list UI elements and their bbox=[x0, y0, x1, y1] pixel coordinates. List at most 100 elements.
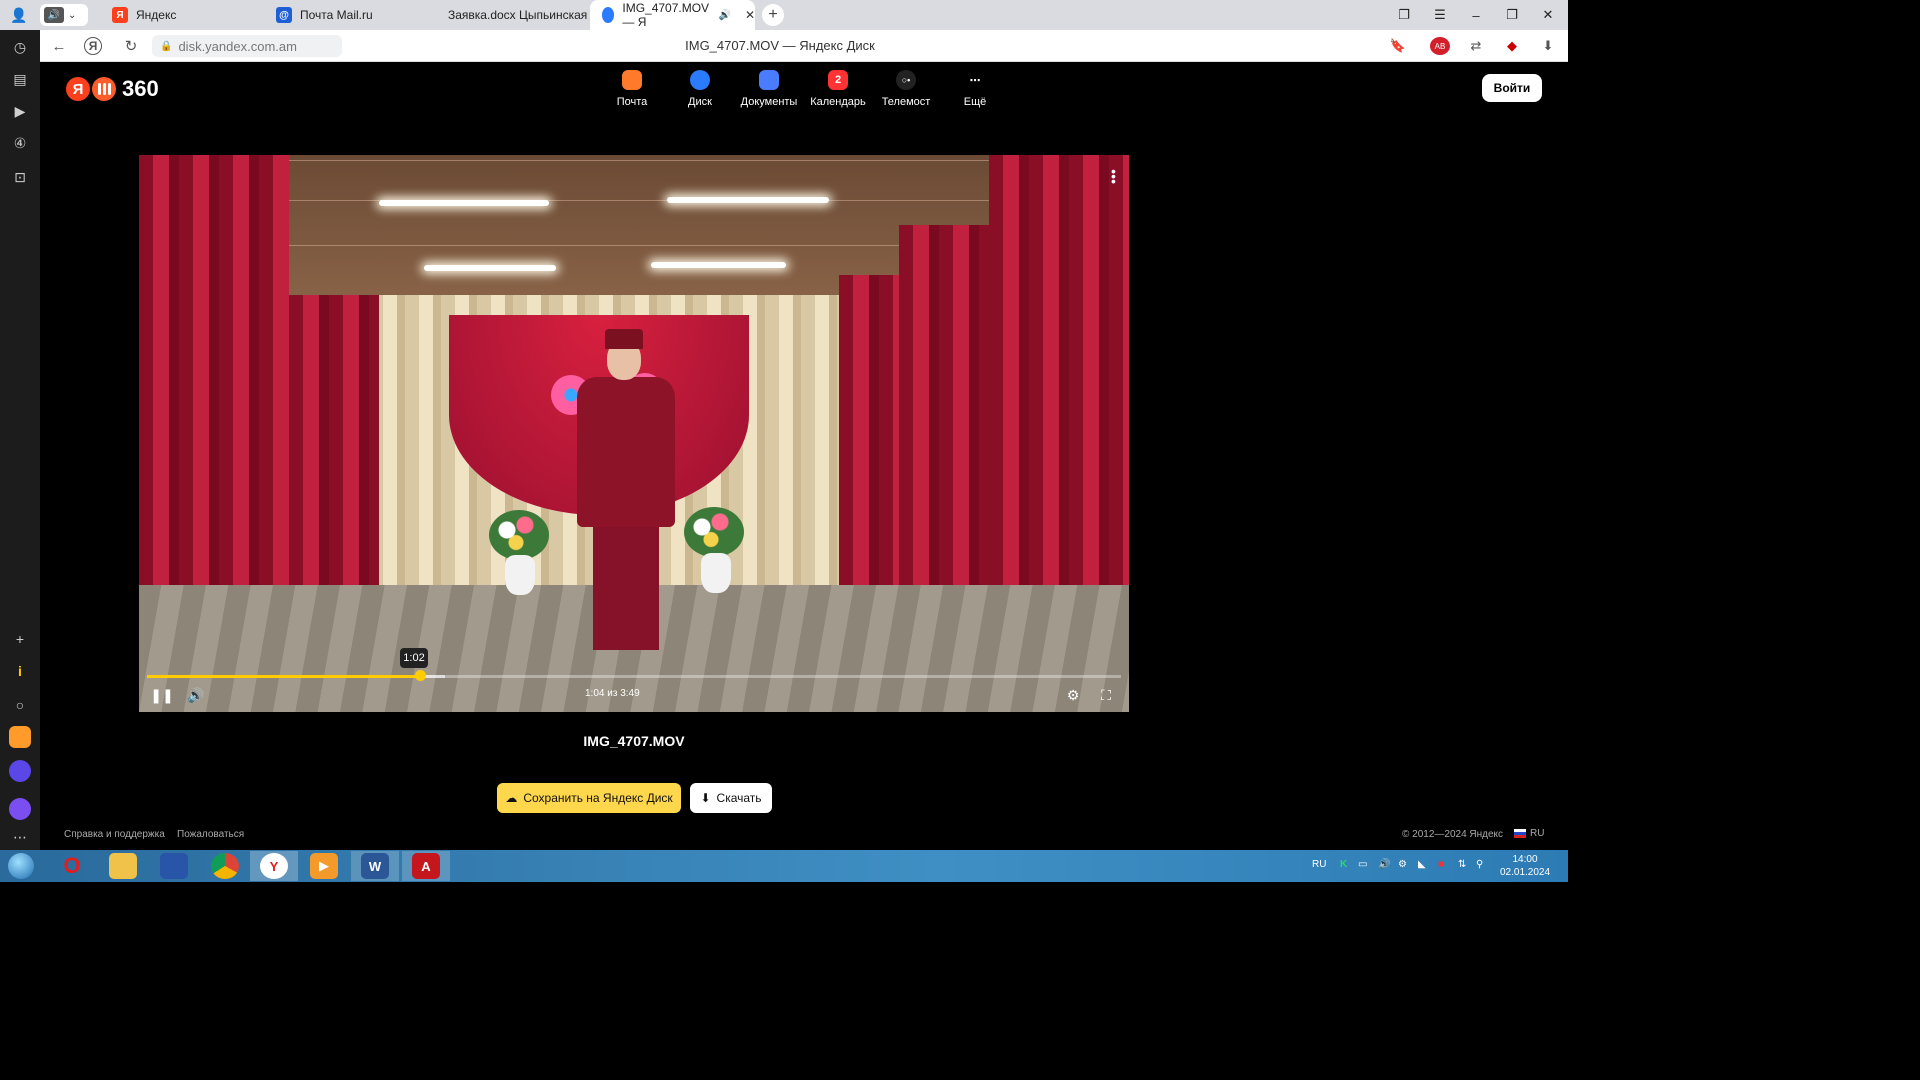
complain-link[interactable]: Пожаловаться bbox=[177, 829, 244, 840]
taskbar-opera[interactable]: O bbox=[48, 851, 96, 881]
taskbar-acrobat[interactable]: A bbox=[402, 851, 450, 881]
tab-yandex[interactable]: Я Яндекс bbox=[100, 0, 260, 30]
tab-video[interactable]: IMG_4707.MOV — Я 🔊 ✕ bbox=[590, 0, 755, 30]
disk-icon: ☁ bbox=[505, 791, 518, 805]
taskbar-disk-tool[interactable] bbox=[150, 851, 198, 881]
taskbar-word[interactable]: W bbox=[351, 851, 399, 881]
tray-app-icon[interactable]: ⚙ bbox=[1398, 859, 1407, 870]
flower-bouquet bbox=[489, 510, 549, 560]
media-player-icon: ▶ bbox=[310, 853, 338, 879]
performer-legs bbox=[593, 520, 659, 650]
download-icon[interactable]: ⬇ bbox=[1538, 37, 1558, 55]
player-menu-icon[interactable]: • • • bbox=[1111, 164, 1116, 188]
close-window-icon[interactable]: ✕ bbox=[1530, 0, 1566, 30]
volume-tray-icon[interactable]: 🔊 bbox=[1378, 859, 1390, 870]
volume-icon[interactable]: 🔊 bbox=[185, 685, 207, 705]
extension-icon[interactable]: ◆ bbox=[1502, 37, 1522, 55]
tray-alert-icon[interactable]: ■ bbox=[1438, 859, 1444, 870]
url-field[interactable]: 🔒 disk.yandex.com.am bbox=[152, 35, 342, 57]
tray-usb-icon[interactable]: ⚲ bbox=[1476, 859, 1483, 870]
tab-mail[interactable]: @ Почта Mail.ru bbox=[264, 0, 424, 30]
documents-icon bbox=[759, 70, 779, 90]
pause-icon[interactable]: ❚❚ bbox=[150, 685, 173, 705]
new-tab-button[interactable]: + bbox=[762, 4, 784, 26]
video-player[interactable]: • • • 1:02 ❚❚ 🔊 1:04 из 3:49 ⚙ ⛶ bbox=[139, 155, 1129, 712]
speaker-icon[interactable]: 🔊 bbox=[718, 10, 730, 21]
progress-fill bbox=[147, 675, 420, 678]
login-button[interactable]: Войти bbox=[1482, 74, 1542, 102]
info-icon[interactable]: i bbox=[9, 660, 31, 682]
language-switch[interactable]: RU bbox=[1514, 828, 1544, 839]
alice-icon[interactable] bbox=[9, 798, 31, 820]
settings-gear-icon[interactable]: ⚙ bbox=[1062, 685, 1084, 705]
time-label: 1:04 из 3:49 bbox=[585, 688, 640, 699]
fullscreen-icon[interactable]: ⛶ bbox=[1095, 685, 1117, 705]
kaspersky-icon[interactable]: K bbox=[1340, 859, 1347, 870]
ceiling-line bbox=[209, 160, 989, 161]
tab-document[interactable]: Заявка.docx Цыпьинская С bbox=[428, 0, 588, 30]
keyboard-language[interactable]: RU bbox=[1312, 859, 1326, 870]
bookmarks-panel-icon[interactable]: ❐ bbox=[1386, 0, 1422, 30]
acrobat-icon: A bbox=[412, 853, 440, 879]
address-bar: ← Я ↻ 🔒 disk.yandex.com.am IMG_4707.MOV … bbox=[40, 30, 1568, 62]
reload-icon[interactable]: ↻ bbox=[120, 36, 142, 56]
maximize-icon[interactable]: ❐ bbox=[1494, 0, 1530, 30]
service-calendar[interactable]: 2 Календарь bbox=[803, 70, 873, 108]
ceiling-lamp bbox=[379, 200, 549, 206]
service-documents[interactable]: Документы bbox=[734, 70, 804, 108]
taskbar-chrome[interactable] bbox=[201, 851, 249, 881]
opera-icon: O bbox=[63, 853, 81, 878]
history-icon[interactable]: ◷ bbox=[9, 36, 31, 58]
performer-hat bbox=[605, 329, 643, 349]
yandex-360-logo[interactable]: Я 360 bbox=[66, 76, 159, 102]
adblock-icon[interactable]: AB bbox=[1430, 37, 1450, 55]
minimize-icon[interactable]: – bbox=[1458, 0, 1494, 30]
mail-ru-icon: @ bbox=[276, 7, 292, 23]
tab-audio-control[interactable]: 🔊 ⌄ bbox=[40, 4, 88, 26]
messenger-icon[interactable] bbox=[9, 760, 31, 782]
speaker-icon: 🔊 bbox=[44, 7, 64, 23]
mail-icon[interactable] bbox=[9, 726, 31, 748]
more-icon: ⋯ bbox=[969, 74, 981, 87]
right-mid-curtain bbox=[899, 225, 999, 625]
ceiling-line bbox=[209, 200, 989, 201]
service-more[interactable]: ⋯ Ещё bbox=[940, 70, 1010, 109]
video-icon[interactable]: ▶ bbox=[9, 100, 31, 122]
menu-icon[interactable]: ☰ bbox=[1422, 0, 1458, 30]
profile-icon[interactable]: 👤 bbox=[0, 0, 38, 30]
close-tab-icon[interactable]: ✕ bbox=[745, 8, 755, 22]
tab-title: Заявка.docx Цыпьинская С bbox=[448, 8, 588, 22]
tray-network-icon[interactable]: ⇅ bbox=[1458, 859, 1466, 870]
add-icon[interactable]: + bbox=[9, 628, 31, 650]
screenshot-icon[interactable]: ⊡ bbox=[9, 166, 31, 188]
start-button[interactable] bbox=[2, 851, 40, 881]
tab-4-icon[interactable]: ④ bbox=[9, 132, 31, 154]
bookmark-icon[interactable]: 🔖 bbox=[1388, 37, 1408, 55]
taskbar-media-player[interactable]: ▶ bbox=[300, 851, 348, 881]
collections-icon[interactable]: ▤ bbox=[9, 68, 31, 90]
system-clock[interactable]: 14:00 02.01.2024 bbox=[1500, 853, 1550, 879]
network-icon[interactable]: ▭ bbox=[1358, 859, 1367, 870]
download-button[interactable]: ⬇ Скачать bbox=[690, 783, 772, 813]
telemost-icon[interactable]: ○ bbox=[9, 694, 31, 716]
seek-tooltip: 1:02 bbox=[400, 648, 428, 668]
yandex-home-icon[interactable]: Я bbox=[84, 37, 102, 55]
service-disk[interactable]: Диск bbox=[665, 70, 735, 108]
taskbar-yandex-browser[interactable]: Y bbox=[250, 851, 298, 881]
back-icon[interactable]: ← bbox=[48, 36, 70, 56]
more-icon[interactable]: ⋯ bbox=[9, 826, 31, 848]
360-logo-icon bbox=[92, 77, 116, 101]
service-telemost[interactable]: ○• Телемост bbox=[871, 70, 941, 108]
save-to-disk-button[interactable]: ☁ Сохранить на Яндекс Диск bbox=[497, 783, 681, 813]
right-curtain bbox=[989, 155, 1129, 655]
mail-icon bbox=[622, 70, 642, 90]
help-link[interactable]: Справка и поддержка bbox=[64, 829, 165, 840]
progress-handle[interactable] bbox=[414, 670, 426, 681]
tray-flag-icon[interactable]: ◣ bbox=[1418, 859, 1426, 870]
floppy-icon bbox=[160, 853, 188, 879]
tab-title: IMG_4707.MOV — Я bbox=[622, 1, 710, 29]
service-mail[interactable]: Почта bbox=[597, 70, 667, 108]
translate-icon[interactable]: ⇄ bbox=[1466, 37, 1486, 55]
taskbar-explorer[interactable] bbox=[99, 851, 147, 881]
chrome-icon bbox=[211, 853, 239, 879]
